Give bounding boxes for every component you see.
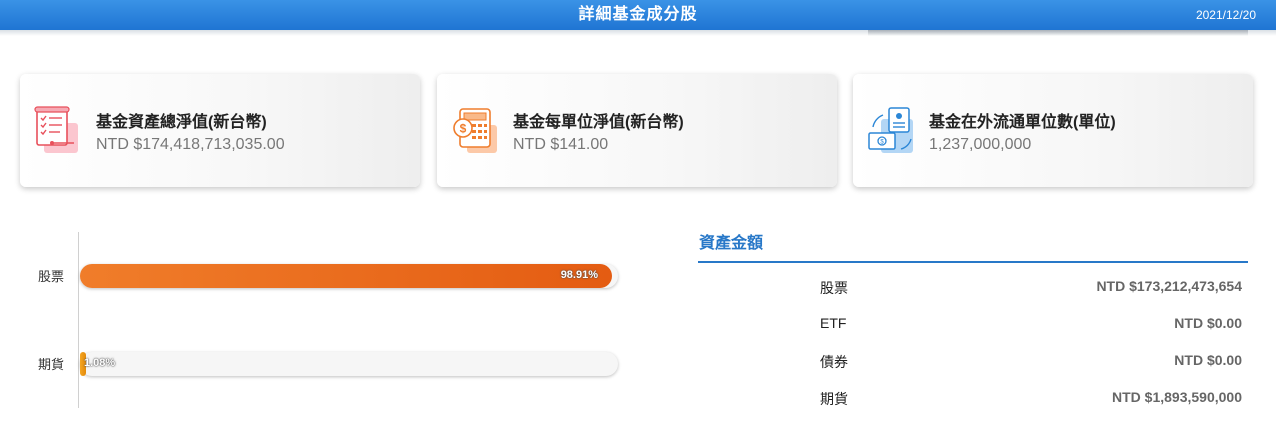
bar-track-futures: 1.08% <box>80 352 618 376</box>
table-row: 股票 NTD $173,212,473,654 <box>698 266 1248 303</box>
card-label: 基金在外流通單位數(單位) <box>929 114 1116 131</box>
asset-name: 期貨 <box>820 391 848 407</box>
asset-value: NTD $173,212,473,654 <box>1096 278 1242 294</box>
svg-text:$: $ <box>460 122 467 136</box>
asset-panel-title: 資產金額 <box>698 232 1248 263</box>
asset-value: NTD $0.00 <box>1174 315 1242 331</box>
asset-amount-panel: 資產金額 股票 NTD $173,212,473,654 ETF NTD $0.… <box>698 232 1248 414</box>
money-id-card-icon: $ <box>867 105 917 157</box>
bar-label-futures: 期貨 <box>38 357 65 372</box>
header-date: 2021/12/20 <box>1195 8 1256 22</box>
asset-value: NTD $1,893,590,000 <box>1112 389 1242 405</box>
header-decoration <box>868 30 1248 36</box>
chart-axis <box>78 232 79 408</box>
table-row: ETF NTD $0.00 <box>698 303 1248 340</box>
calculator-dollar-icon: $ <box>451 105 501 157</box>
page-title: 詳細基金成分股 <box>578 6 698 23</box>
asset-allocation-chart: 股票 98.91% 期貨 1.08% <box>0 228 660 413</box>
card-label: 基金資產總淨值(新台幣) <box>96 114 267 131</box>
bar-track-stocks: 98.91% <box>80 264 618 288</box>
card-total-net-asset: 基金資產總淨值(新台幣) NTD $174,418,713,035.00 <box>20 74 420 187</box>
card-label: 基金每單位淨值(新台幣) <box>513 114 684 131</box>
card-units-outstanding: $ 基金在外流通單位數(單位) 1,237,000,000 <box>853 74 1253 187</box>
bar-stocks <box>80 264 612 288</box>
bar-value-label: 1.08% <box>84 357 116 369</box>
document-checklist-icon <box>34 105 84 157</box>
bar-label-stocks: 股票 <box>38 269 65 284</box>
table-row: 債券 NTD $0.00 <box>698 340 1248 377</box>
card-value: NTD $141.00 <box>513 136 609 153</box>
asset-value: NTD $0.00 <box>1174 352 1242 368</box>
asset-name: 股票 <box>820 280 848 296</box>
bar-value-label: 98.91% <box>560 269 598 281</box>
asset-name: 債券 <box>820 354 848 370</box>
asset-name: ETF <box>820 315 847 331</box>
card-nav-per-unit: $ 基金每單位淨值(新台幣) NTD $141.00 <box>437 74 837 187</box>
card-value: NTD $174,418,713,035.00 <box>96 136 285 153</box>
table-row: 期貨 NTD $1,893,590,000 <box>698 377 1248 414</box>
header-bar: 詳細基金成分股 2021/12/20 <box>0 0 1276 30</box>
card-value: 1,237,000,000 <box>929 136 1032 153</box>
